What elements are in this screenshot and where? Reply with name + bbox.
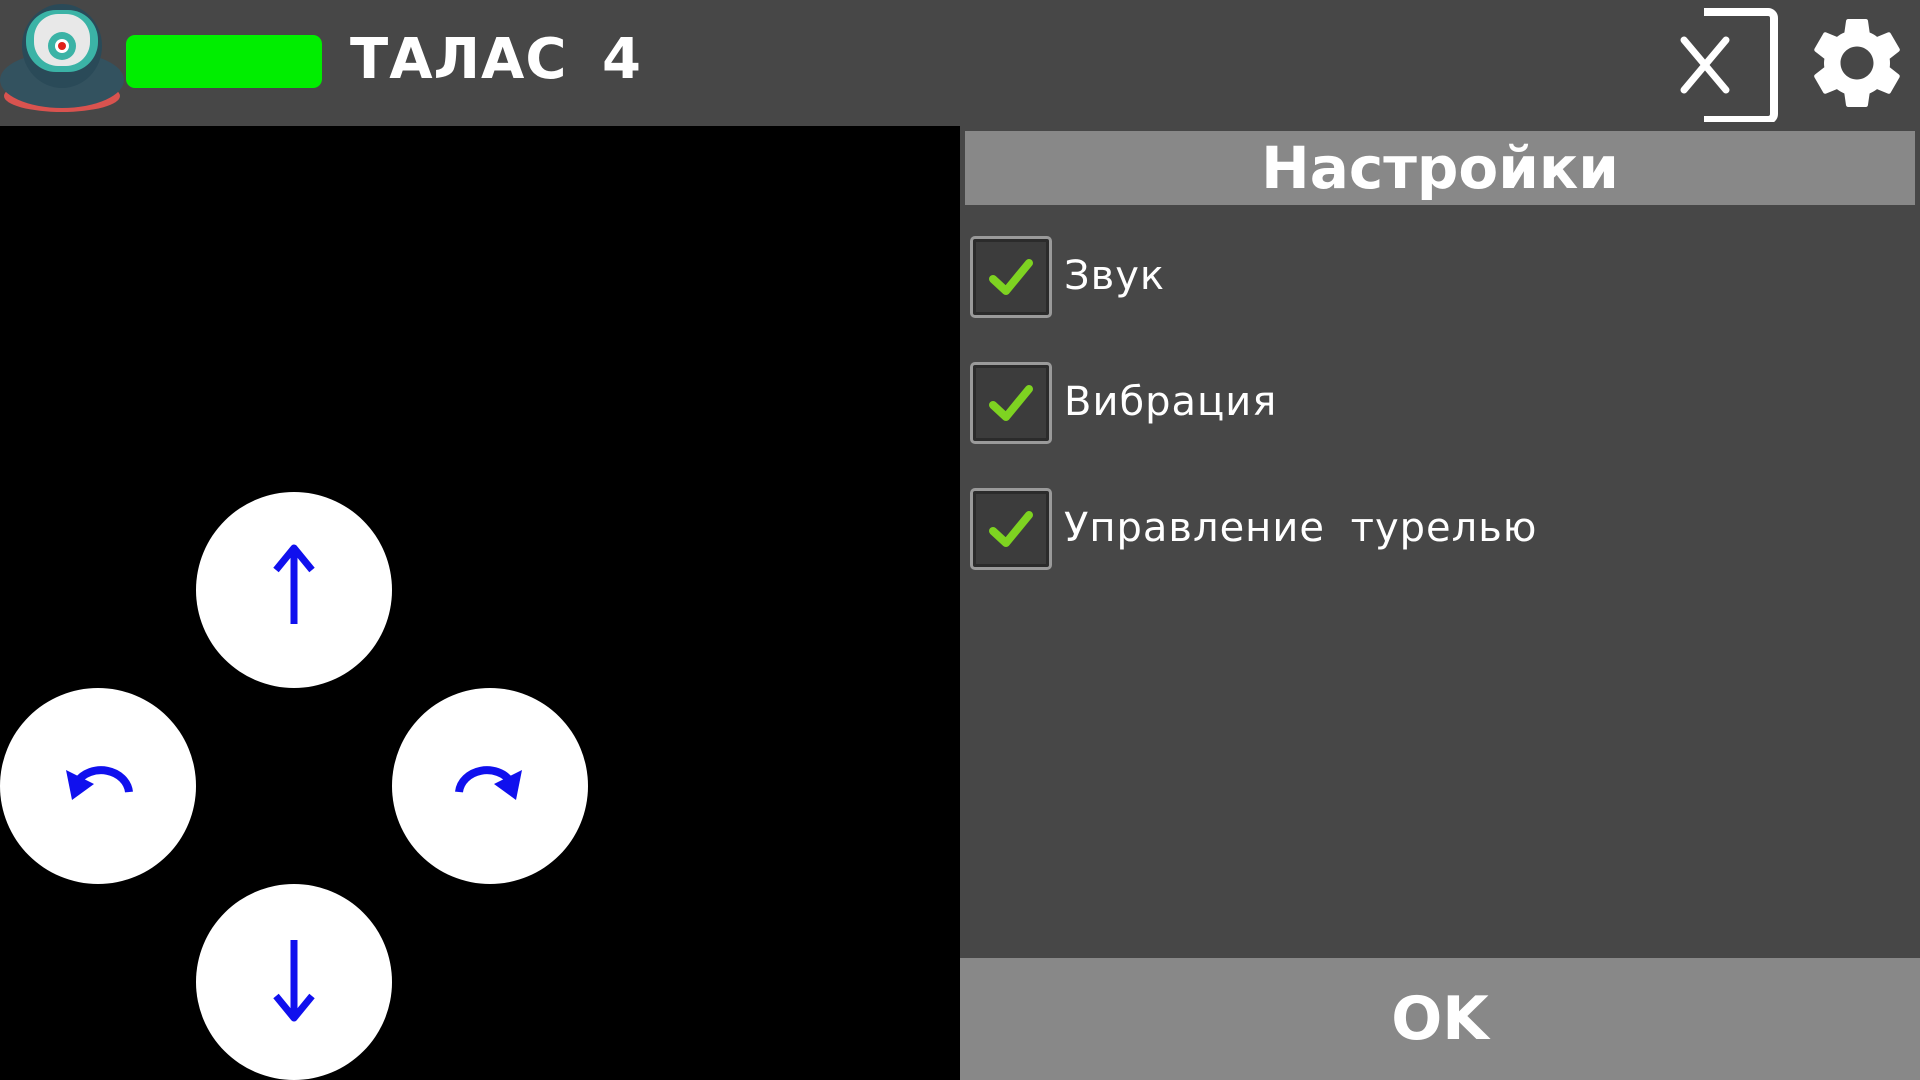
setting-vibration[interactable]: Вибрация [970,362,1870,444]
arrow-up-icon [273,544,315,624]
checkmark-icon [989,385,1033,421]
rotate-left-button[interactable] [0,688,196,884]
exit-button[interactable] [1676,4,1780,124]
checkmark-icon [989,511,1033,547]
control-area [0,126,960,1080]
gear-icon [1814,18,1900,107]
battery-indicator [126,35,322,88]
turret-control-checkbox[interactable] [970,488,1052,570]
settings-title: Настройки [965,131,1915,205]
robot-name: ТАЛАС 4 [350,27,642,92]
rotate-right-icon [455,766,522,800]
robot-icon [0,0,124,118]
vibration-checkbox[interactable] [970,362,1052,444]
app-root: ТАЛАС 4 Настройки Звук Вибрация Управлен… [0,0,1920,1080]
rotate-left-icon [66,766,133,800]
rotate-right-button[interactable] [392,688,588,884]
setting-sound[interactable]: Звук [970,236,1870,318]
ok-button[interactable]: OK [960,958,1920,1080]
setting-label-sound: Звук [1064,253,1166,299]
setting-turret-control[interactable]: Управление турелью [970,488,1870,570]
checkmark-icon [989,259,1033,295]
exit-icon [1680,8,1778,124]
move-forward-button[interactable] [196,492,392,688]
top-bar: ТАЛАС 4 [0,0,1920,126]
arrow-down-icon [273,940,315,1022]
settings-button[interactable] [1802,8,1912,118]
setting-label-vibration: Вибрация [1064,379,1278,425]
setting-label-turret-control: Управление турелью [1064,505,1538,551]
settings-panel: Настройки Звук Вибрация Управление турел… [960,126,1920,1080]
move-backward-button[interactable] [196,884,392,1080]
sound-checkbox[interactable] [970,236,1052,318]
